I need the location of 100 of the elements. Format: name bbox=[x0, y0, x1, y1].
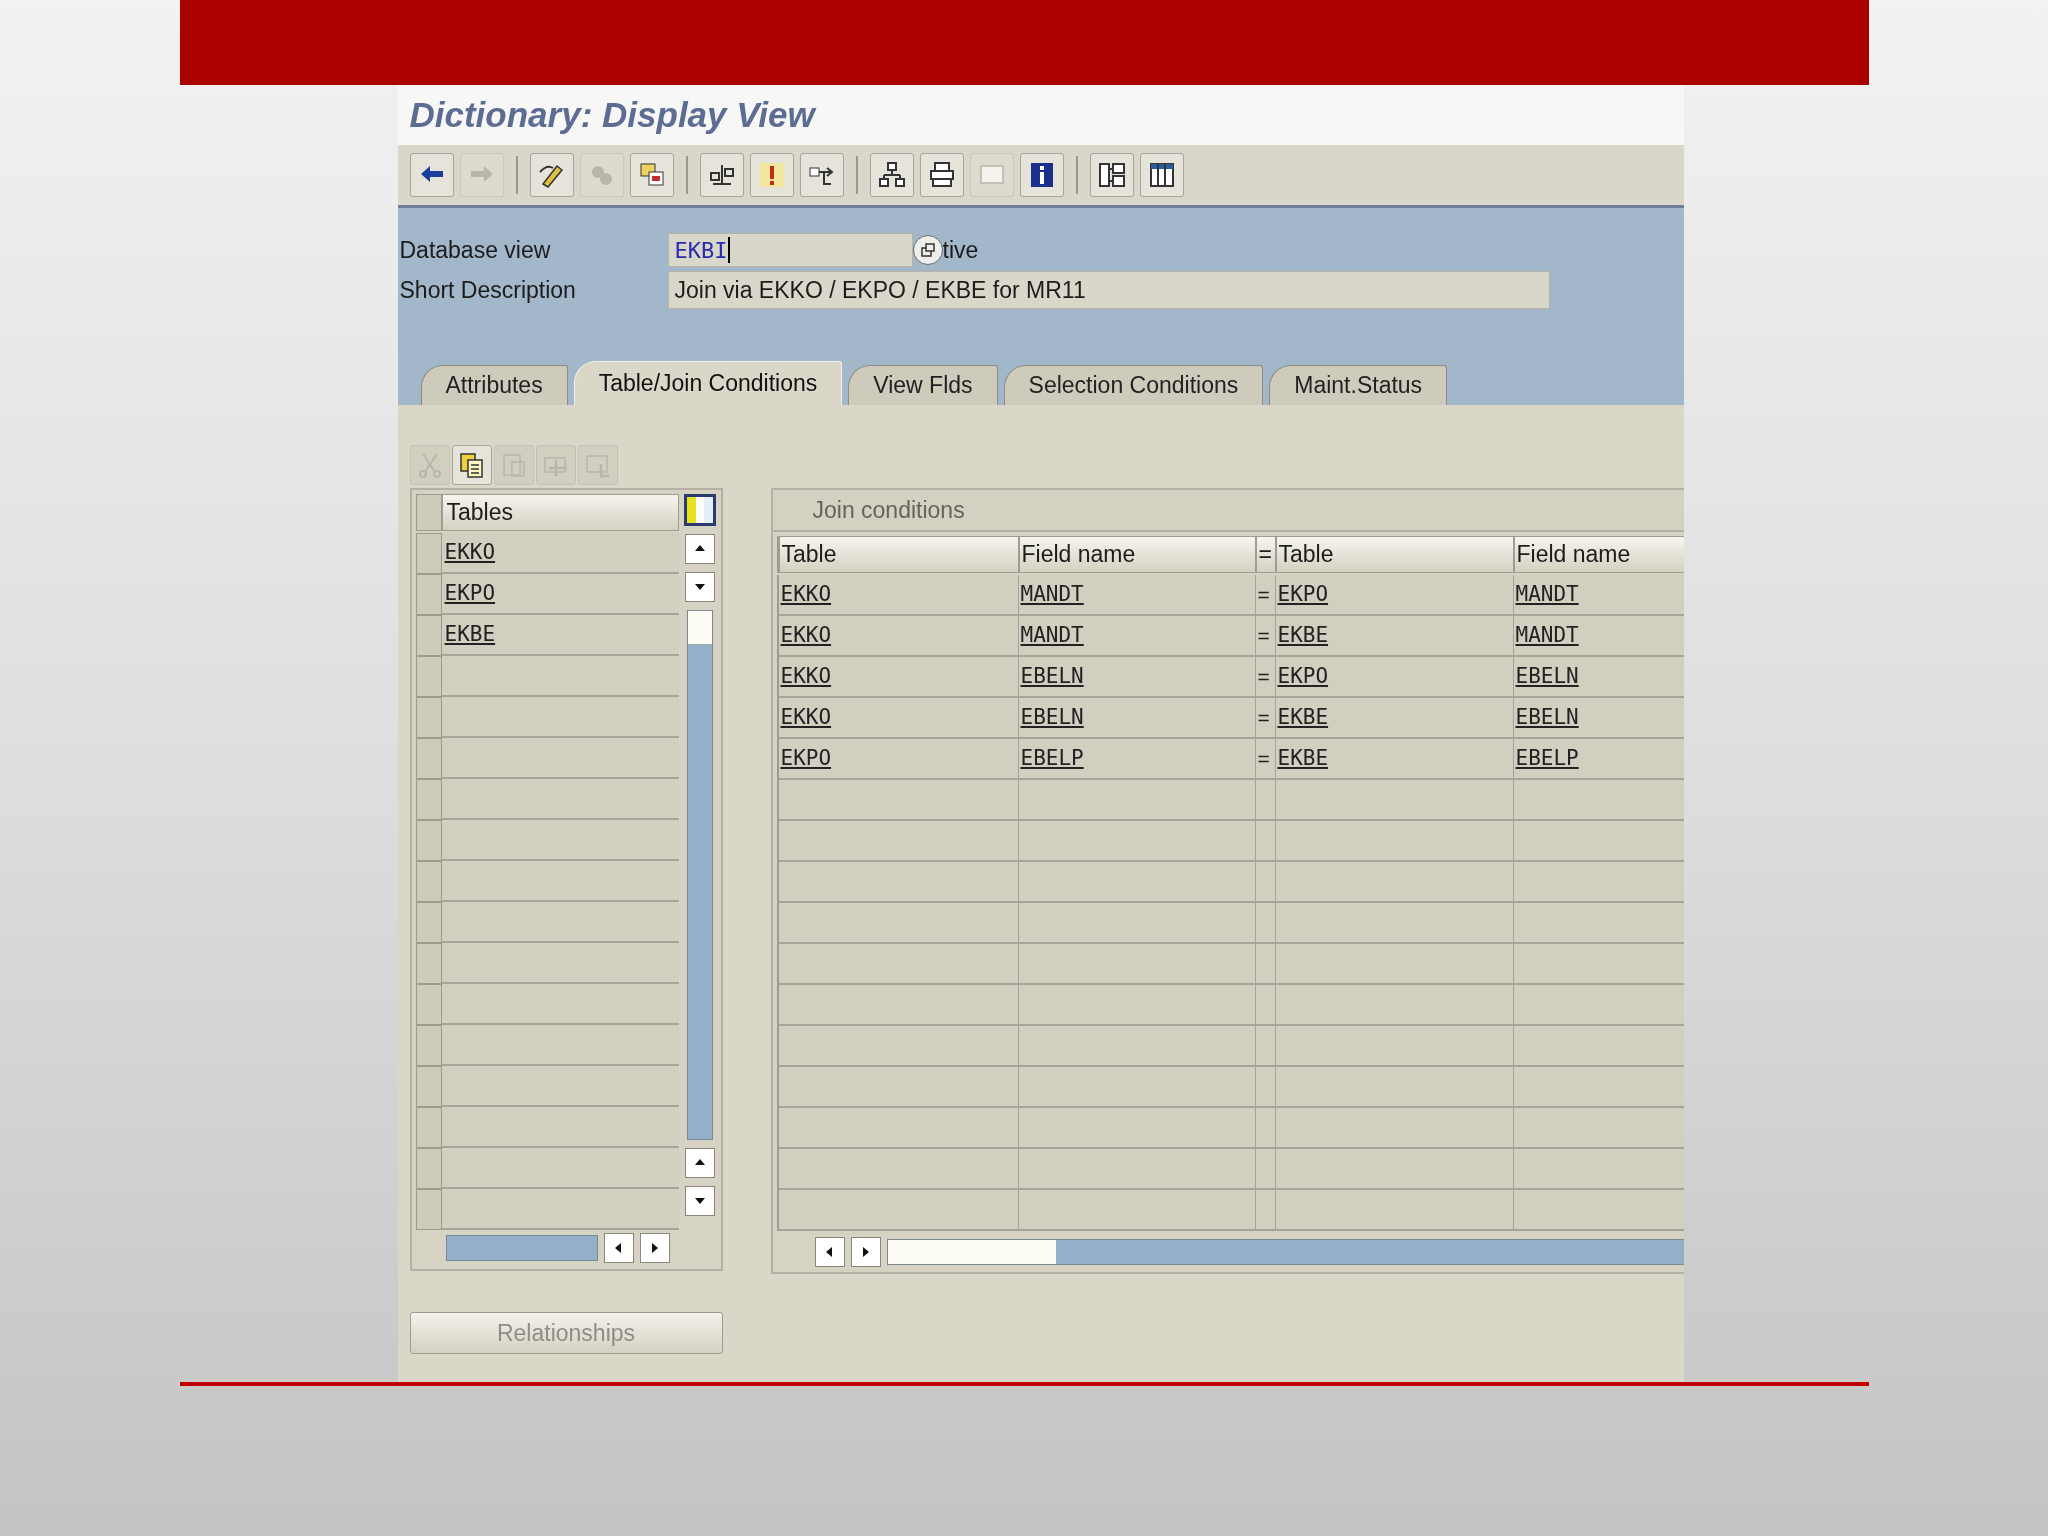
input-field[interactable]: Join via EKKO / EKPO / EKBE for MR11 bbox=[667, 271, 1550, 309]
table-link[interactable]: MANDT bbox=[1020, 578, 1084, 611]
row-selector[interactable] bbox=[776, 1149, 779, 1190]
table-link[interactable]: EBELN bbox=[1515, 701, 1579, 734]
row-selector[interactable] bbox=[415, 494, 442, 531]
scroll-button[interactable] bbox=[603, 1233, 634, 1263]
row-selector[interactable] bbox=[415, 1189, 442, 1230]
scroll-thumb[interactable] bbox=[687, 611, 712, 645]
row-selector[interactable] bbox=[415, 1107, 442, 1148]
row-selector[interactable] bbox=[776, 698, 779, 739]
horizontal-scrollbar[interactable] bbox=[886, 1239, 1684, 1265]
table-link[interactable]: EKPO bbox=[444, 577, 496, 610]
row-selector[interactable] bbox=[776, 821, 779, 862]
row-selector[interactable] bbox=[415, 902, 442, 943]
scroll-button[interactable] bbox=[814, 1237, 845, 1267]
scroll-button[interactable] bbox=[684, 572, 715, 602]
lookup-button[interactable] bbox=[912, 235, 943, 265]
table-link[interactable]: EKKO bbox=[780, 619, 832, 652]
row-selector[interactable] bbox=[415, 820, 442, 861]
horizontal-scrollbar[interactable] bbox=[445, 1235, 598, 1261]
table-link[interactable]: EKKO bbox=[780, 660, 832, 693]
column-header[interactable]: Field name bbox=[1018, 536, 1256, 573]
row-selector[interactable] bbox=[415, 984, 442, 1025]
row-selector[interactable] bbox=[415, 779, 442, 820]
equals-sign: = bbox=[1257, 622, 1270, 649]
row-selector[interactable] bbox=[776, 1108, 779, 1149]
row-selector[interactable] bbox=[415, 861, 442, 902]
row-selector[interactable] bbox=[415, 943, 442, 984]
toolbar-button[interactable] bbox=[799, 153, 844, 197]
table-link[interactable]: EBELP bbox=[1515, 742, 1579, 775]
table-link[interactable]: EBELN bbox=[1020, 701, 1084, 734]
row-selector[interactable] bbox=[415, 533, 442, 574]
row-selector[interactable] bbox=[415, 697, 442, 738]
table-link[interactable]: EKPO bbox=[1277, 660, 1329, 693]
toolbar-button[interactable] bbox=[869, 153, 914, 197]
table-link[interactable]: EKPO bbox=[1277, 578, 1329, 611]
toolbar-button[interactable] bbox=[1089, 153, 1134, 197]
row-selector[interactable] bbox=[776, 1190, 779, 1231]
table-link[interactable]: EKBE bbox=[1277, 619, 1329, 652]
toolbar-button[interactable] bbox=[1139, 153, 1184, 197]
table-link[interactable]: EBELN bbox=[1020, 660, 1084, 693]
table-link[interactable]: EKPO bbox=[780, 742, 832, 775]
column-settings-button[interactable] bbox=[683, 494, 716, 526]
toolbar-button[interactable] bbox=[699, 153, 744, 197]
scroll-button[interactable] bbox=[684, 1148, 715, 1178]
column-header[interactable]: Table bbox=[778, 536, 1019, 573]
row-selector[interactable] bbox=[415, 574, 442, 615]
toolbar-button[interactable] bbox=[1019, 153, 1064, 197]
row-selector[interactable] bbox=[776, 575, 779, 616]
row-selector[interactable] bbox=[776, 1067, 779, 1108]
tab[interactable]: View Flds bbox=[848, 365, 998, 405]
row-selector[interactable] bbox=[776, 536, 779, 573]
row-selector[interactable] bbox=[776, 985, 779, 1026]
table-link[interactable]: EKKO bbox=[780, 578, 832, 611]
column-header[interactable]: = bbox=[1255, 536, 1276, 573]
table-link[interactable]: EKKO bbox=[780, 701, 832, 734]
vertical-scrollbar[interactable] bbox=[686, 610, 713, 1140]
table-link[interactable]: EBELP bbox=[1020, 742, 1084, 775]
scroll-thumb[interactable] bbox=[887, 1240, 1056, 1264]
row-selector[interactable] bbox=[776, 1026, 779, 1067]
row-selector[interactable] bbox=[776, 739, 779, 780]
scroll-button[interactable] bbox=[850, 1237, 881, 1267]
scroll-button[interactable] bbox=[684, 1186, 715, 1216]
table-link[interactable]: EKBE bbox=[1277, 701, 1329, 734]
column-header[interactable]: Table bbox=[1275, 536, 1514, 573]
scroll-button[interactable] bbox=[639, 1233, 670, 1263]
table-link[interactable]: EBELN bbox=[1515, 660, 1579, 693]
table-link[interactable]: EKKO bbox=[444, 536, 496, 569]
table-link[interactable]: MANDT bbox=[1515, 619, 1579, 652]
row-selector[interactable] bbox=[415, 738, 442, 779]
tab[interactable]: Selection Conditions bbox=[1003, 365, 1264, 405]
table-toolbar-button[interactable] bbox=[451, 445, 492, 485]
tab[interactable]: Maint.Status bbox=[1269, 365, 1448, 405]
row-selector[interactable] bbox=[776, 903, 779, 944]
row-selector[interactable] bbox=[415, 1025, 442, 1066]
row-selector[interactable] bbox=[415, 1148, 442, 1189]
row-selector[interactable] bbox=[776, 944, 779, 985]
row-selector[interactable] bbox=[776, 616, 779, 657]
columns-icon bbox=[686, 497, 713, 523]
row-selector[interactable] bbox=[415, 615, 442, 656]
scroll-button[interactable] bbox=[684, 534, 715, 564]
table-link[interactable]: EKBE bbox=[1277, 742, 1329, 775]
column-header[interactable]: Field name bbox=[1513, 536, 1684, 573]
hierarchy-icon bbox=[876, 160, 907, 190]
row-selector[interactable] bbox=[415, 656, 442, 697]
row-selector[interactable] bbox=[776, 862, 779, 903]
row-selector[interactable] bbox=[776, 780, 779, 821]
toolbar-button[interactable] bbox=[529, 153, 574, 197]
row-selector[interactable] bbox=[776, 657, 779, 698]
column-header[interactable]: Tables bbox=[441, 494, 679, 531]
table-link[interactable]: MANDT bbox=[1515, 578, 1579, 611]
tab[interactable]: Table/Join Conditions bbox=[573, 361, 843, 405]
toolbar-button[interactable] bbox=[629, 153, 674, 197]
row-selector[interactable] bbox=[415, 1066, 442, 1107]
table-link[interactable]: EKBE bbox=[444, 618, 496, 651]
table-link[interactable]: MANDT bbox=[1020, 619, 1084, 652]
input-field[interactable]: EKBI bbox=[667, 233, 913, 267]
tab[interactable]: Attributes bbox=[420, 365, 568, 405]
toolbar-button[interactable] bbox=[919, 153, 964, 197]
toolbar-button[interactable] bbox=[409, 153, 454, 197]
